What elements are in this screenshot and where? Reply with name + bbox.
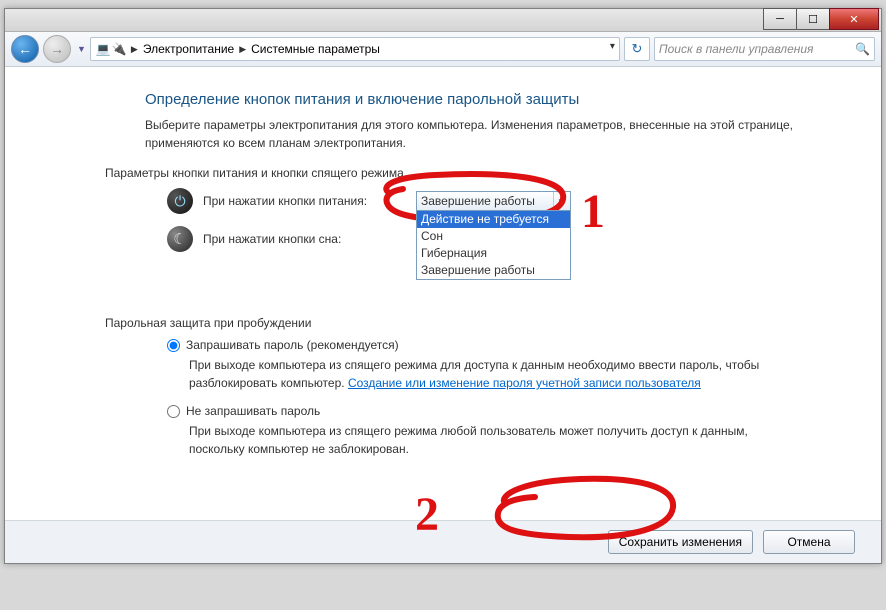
breadcrumb-seg2[interactable]: Системные параметры [251, 42, 380, 56]
power-action-selected[interactable]: Завершение работы ▼ [416, 191, 571, 211]
moon-icon: ☾ [167, 226, 193, 252]
history-dropdown[interactable]: ▼ [77, 44, 86, 54]
chevron-down-icon[interactable]: ▾ [610, 41, 615, 52]
navbar: ← → ▼ 💻 🔌 ▶ Электропитание ▶ Системные п… [5, 32, 881, 67]
refresh-button[interactable]: ↻ [624, 37, 650, 61]
cancel-button[interactable]: Отмена [763, 530, 855, 554]
section-buttons-heading: Параметры кнопки питания и кнопки спящег… [105, 166, 821, 180]
maximize-button[interactable]: ☐ [796, 8, 830, 30]
section-password-heading: Парольная защита при пробуждении [105, 316, 821, 330]
power-option-shutdown[interactable]: Завершение работы [417, 262, 570, 279]
titlebar[interactable]: ─ ☐ ✕ [5, 9, 881, 32]
radio-require-password-input[interactable] [167, 339, 180, 352]
radio-no-password-desc: При выходе компьютера из спящего режима … [189, 422, 789, 458]
search-placeholder: Поиск в панели управления [659, 42, 814, 56]
power-button-label: При нажатии кнопки питания: [203, 194, 416, 208]
radio-require-password-label: Запрашивать пароль (рекомендуется) [186, 338, 399, 352]
chevron-right-icon: ▶ [131, 44, 138, 55]
content-pane: Определение кнопок питания и включение п… [5, 67, 881, 458]
save-button[interactable]: Сохранить изменения [608, 530, 753, 554]
back-button[interactable]: ← [11, 35, 39, 63]
radio-no-password: Не запрашивать пароль При выходе компьют… [167, 404, 821, 458]
power-icon: ⏻ [167, 188, 193, 214]
create-password-link[interactable]: Создание или изменение пароля учетной за… [348, 376, 701, 390]
refresh-icon: ↻ [631, 41, 642, 57]
radio-require-password: Запрашивать пароль (рекомендуется) При в… [167, 338, 821, 392]
search-input[interactable]: Поиск в панели управления 🔍 [654, 37, 875, 61]
breadcrumb[interactable]: 💻 🔌 ▶ Электропитание ▶ Системные парамет… [90, 37, 620, 61]
sleep-button-label: При нажатии кнопки сна: [203, 232, 416, 246]
chevron-right-icon: ▶ [239, 44, 246, 55]
control-panel-window: ─ ☐ ✕ ← → ▼ 💻 🔌 ▶ Электропитание ▶ Систе… [4, 8, 882, 564]
page-title: Определение кнопок питания и включение п… [145, 91, 821, 108]
arrow-left-icon: ← [18, 42, 32, 56]
power-action-dropdown: Действие не требуется Сон Гибернация Зав… [416, 210, 571, 280]
power-option-hibernate[interactable]: Гибернация [417, 245, 570, 262]
footer-bar: Сохранить изменения Отмена [5, 520, 881, 563]
chevron-down-icon: ▼ [553, 192, 568, 210]
computer-icon: 💻 [95, 41, 111, 57]
minimize-button[interactable]: ─ [763, 8, 797, 30]
intro-text: Выберите параметры электропитания для эт… [145, 116, 821, 152]
radio-no-password-label: Не запрашивать пароль [186, 404, 320, 418]
arrow-right-icon: → [50, 42, 64, 56]
close-button[interactable]: ✕ [829, 8, 879, 30]
radio-no-password-input[interactable] [167, 405, 180, 418]
breadcrumb-seg1[interactable]: Электропитание [143, 42, 234, 56]
power-plug-icon: 🔌 [111, 41, 127, 57]
power-option-sleep[interactable]: Сон [417, 228, 570, 245]
search-icon: 🔍 [855, 42, 870, 56]
power-action-combo[interactable]: Завершение работы ▼ Действие не требуетс… [416, 191, 571, 211]
power-button-row: ⏻ При нажатии кнопки питания: Завершение… [145, 188, 821, 214]
forward-button[interactable]: → [43, 35, 71, 63]
radio-require-password-desc: При выходе компьютера из спящего режима … [189, 356, 789, 392]
power-option-none[interactable]: Действие не требуется [417, 211, 570, 228]
